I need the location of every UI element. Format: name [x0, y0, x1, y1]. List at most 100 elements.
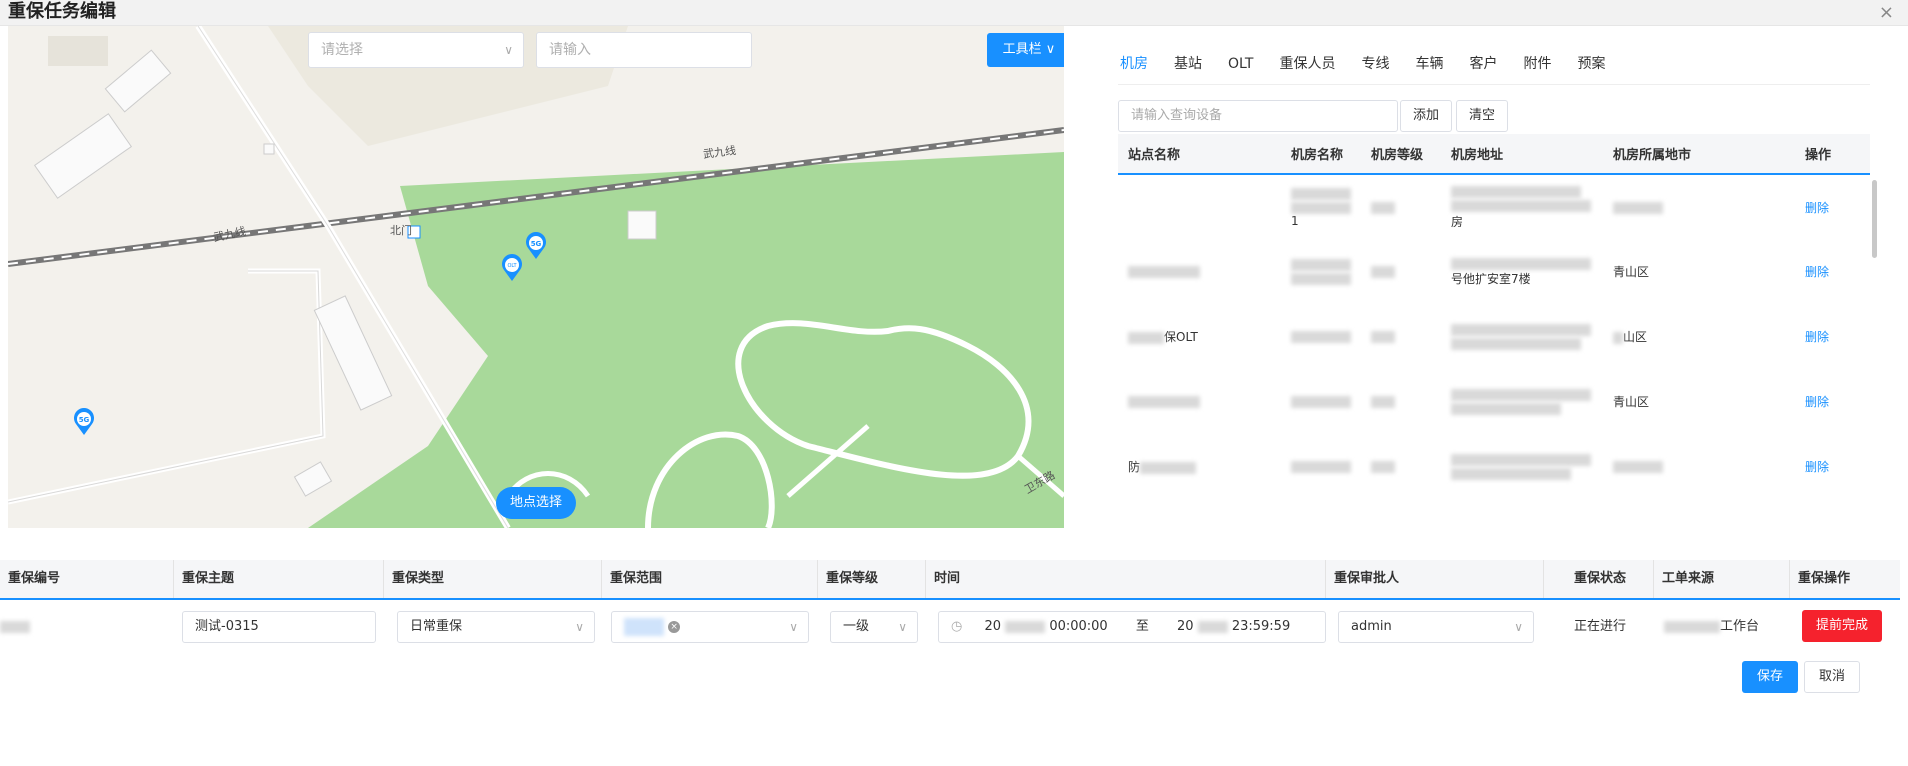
- time-end-suffix: 23:59:59: [1231, 619, 1291, 634]
- tab-base-station[interactable]: 基站: [1174, 52, 1202, 82]
- type-value: 日常重保: [410, 619, 463, 634]
- table-row: 1 房 删除: [1118, 174, 1870, 239]
- topic-input[interactable]: 测试-0315: [182, 611, 376, 643]
- header-source: 工单来源: [1654, 560, 1790, 598]
- column-header: 机房名称: [1281, 134, 1361, 175]
- city-cell: 青山区: [1613, 265, 1650, 279]
- save-button[interactable]: 保存: [1742, 661, 1798, 693]
- delete-link[interactable]: 删除: [1805, 201, 1829, 215]
- svg-text:OLT: OLT: [507, 263, 517, 269]
- room-cell: [1281, 304, 1361, 369]
- olt-pin-icon[interactable]: OLT: [500, 254, 524, 282]
- level-value: 一级: [843, 619, 870, 634]
- tabs-divider: [1118, 84, 1870, 85]
- header-scope: 重保范围: [602, 560, 818, 598]
- source-value: 工作台: [1664, 611, 1759, 643]
- clear-button[interactable]: 清空: [1456, 100, 1509, 132]
- clear-tag-icon[interactable]: ×: [668, 620, 681, 633]
- table-row: 青山区 删除: [1118, 369, 1870, 434]
- address-cell: 号他扩安室7楼: [1441, 239, 1603, 304]
- tab-machine-room[interactable]: 机房: [1120, 52, 1148, 82]
- city-cell: 山区: [1603, 304, 1795, 369]
- delete-link[interactable]: 删除: [1805, 395, 1829, 409]
- close-icon[interactable]: ×: [1879, 2, 1894, 23]
- scope-select[interactable]: × ∨: [611, 611, 809, 643]
- room-cell: [1281, 369, 1361, 434]
- table-header-row: 站点名称 机房名称 机房等级 机房地址 机房所属地市 操作: [1118, 134, 1870, 175]
- 5g-pin-icon[interactable]: 5G: [72, 408, 96, 436]
- resource-tabs: 机房 基站 OLT 重保人员 专线 车辆 客户 附件 预案: [1120, 52, 1631, 82]
- column-header: 机房所属地市: [1603, 134, 1795, 175]
- north-gate-label: 北门: [390, 224, 412, 237]
- tab-olt[interactable]: OLT: [1228, 52, 1253, 82]
- map-view[interactable]: 请选择 ∨ 请输入 工具栏 ∨ 武九线 武九线 北门 卫东路 5G OLT 5G…: [8, 26, 1064, 528]
- chevron-down-icon: ∨: [789, 620, 798, 634]
- task-form-header: 重保编号 重保主题 重保类型 重保范围 重保等级 时间 重保审批人 重保状态 工…: [0, 560, 1900, 600]
- header-action: 重保操作: [1798, 571, 1851, 586]
- address-cell: 房: [1441, 174, 1603, 239]
- device-search-input[interactable]: 请输入查询设备: [1118, 100, 1398, 132]
- level-cell: [1361, 174, 1441, 239]
- table-scrollbar[interactable]: [1872, 180, 1877, 258]
- clock-icon: ◷: [951, 619, 963, 634]
- address-cell: [1441, 369, 1603, 434]
- header-task-id: 重保编号: [0, 560, 174, 598]
- header-time: 时间: [926, 560, 1326, 598]
- svg-text:5G: 5G: [531, 240, 542, 248]
- column-header: 站点名称: [1118, 134, 1281, 175]
- site-cell: 保OLT: [1118, 304, 1281, 369]
- address-cell: [1441, 304, 1603, 369]
- delete-link[interactable]: 删除: [1805, 460, 1829, 474]
- tab-dedicated-line[interactable]: 专线: [1361, 52, 1389, 82]
- delete-link[interactable]: 删除: [1805, 330, 1829, 344]
- cancel-button[interactable]: 取消: [1804, 661, 1860, 693]
- time-range-picker[interactable]: ◷ 20 00:00:00 至 20 23:59:59: [938, 611, 1326, 643]
- dialog: 重保任务编辑 × 请选择 ∨ 请输入 工具栏 ∨ 武九线 武九线 北门 卫东路 …: [0, 0, 1908, 766]
- level-cell: [1361, 304, 1441, 369]
- tab-plan[interactable]: 预案: [1577, 52, 1605, 82]
- header-status: 重保状态: [1544, 560, 1654, 598]
- dialog-header: 重保任务编辑 ×: [0, 0, 1908, 26]
- add-button[interactable]: 添加: [1400, 100, 1453, 132]
- city-cell: 青山区: [1613, 395, 1650, 409]
- task-id-value: [0, 611, 30, 643]
- delete-link[interactable]: 删除: [1805, 265, 1829, 279]
- level-select[interactable]: 一级 ∨: [830, 611, 918, 643]
- table-row: 保OLT 山区 删除: [1118, 304, 1870, 369]
- tab-customer[interactable]: 客户: [1469, 52, 1497, 82]
- room-cell: [1281, 434, 1361, 499]
- room-cell: [1281, 239, 1361, 304]
- approver-select[interactable]: admin ∨: [1338, 611, 1534, 643]
- tab-personnel[interactable]: 重保人员: [1279, 52, 1335, 82]
- dialog-title: 重保任务编辑: [8, 1, 116, 22]
- table-row: 号他扩安室7楼 青山区 删除: [1118, 239, 1870, 304]
- table-row: 防 删除: [1118, 434, 1870, 499]
- site-cell: 防: [1118, 434, 1281, 499]
- header-level: 重保等级: [818, 560, 926, 598]
- column-header: 操作: [1795, 134, 1870, 175]
- level-cell: [1361, 369, 1441, 434]
- status-value: 正在进行: [1574, 619, 1627, 634]
- site-cell: [1118, 369, 1281, 434]
- map-search-input[interactable]: 请输入: [536, 32, 752, 68]
- site-cell: [1118, 174, 1281, 239]
- header-approver: 重保审批人: [1326, 560, 1544, 598]
- time-end-prefix: 20: [1177, 619, 1194, 634]
- location-select-button[interactable]: 地点选择: [496, 487, 576, 519]
- svg-text:5G: 5G: [79, 416, 90, 424]
- chevron-down-icon: ∨: [1514, 620, 1523, 634]
- early-finish-button[interactable]: 提前完成: [1802, 610, 1882, 642]
- 5g-pin-icon[interactable]: 5G: [524, 232, 548, 260]
- time-start-suffix: 00:00:00: [1049, 619, 1108, 634]
- map-canvas: [8, 26, 1064, 528]
- region-select[interactable]: 请选择 ∨: [308, 32, 524, 68]
- header-type: 重保类型: [384, 560, 602, 598]
- level-cell: [1361, 239, 1441, 304]
- toolbar-button[interactable]: 工具栏 ∨: [987, 33, 1064, 67]
- type-select[interactable]: 日常重保 ∨: [397, 611, 595, 643]
- time-start-prefix: 20: [984, 619, 1002, 634]
- room-cell: 1: [1281, 174, 1361, 239]
- address-cell: [1441, 434, 1603, 499]
- tab-vehicle[interactable]: 车辆: [1415, 52, 1443, 82]
- tab-attachment[interactable]: 附件: [1523, 52, 1551, 82]
